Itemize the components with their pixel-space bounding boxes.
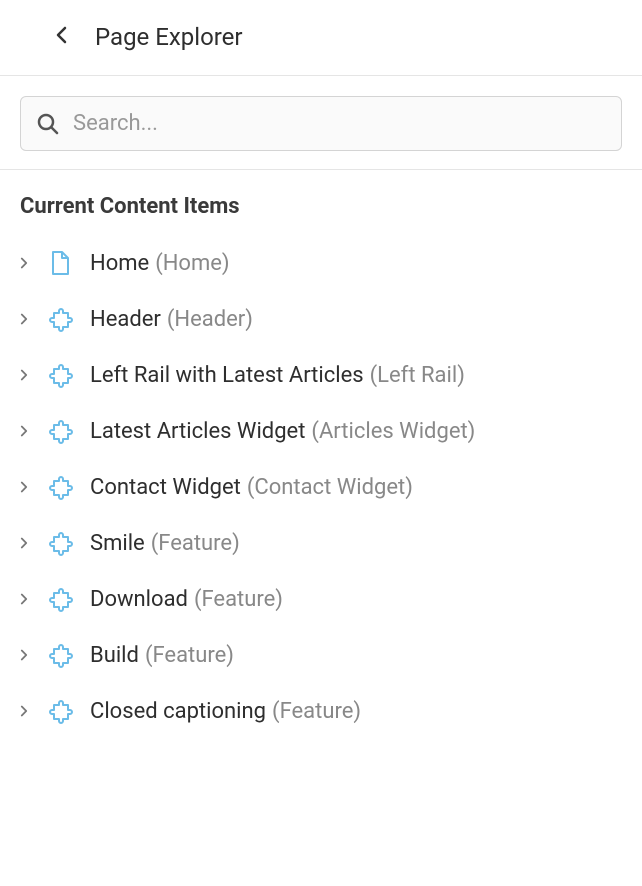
- item-label: Build: [90, 643, 139, 668]
- puzzle-icon: [46, 417, 76, 445]
- puzzle-icon: [46, 529, 76, 557]
- puzzle-icon: [46, 305, 76, 333]
- chevron-right-icon[interactable]: [20, 592, 32, 606]
- item-label: Home: [90, 251, 149, 276]
- list-item[interactable]: Smile(Feature): [20, 515, 622, 571]
- list-item[interactable]: Home(Home): [20, 235, 622, 291]
- item-type: (Feature): [272, 699, 361, 724]
- item-type: (Articles Widget): [311, 419, 475, 444]
- list-item[interactable]: Contact Widget(Contact Widget): [20, 459, 622, 515]
- item-type: (Feature): [151, 531, 240, 556]
- puzzle-icon: [46, 361, 76, 389]
- search-input[interactable]: [73, 111, 605, 136]
- list-item[interactable]: Left Rail with Latest Articles(Left Rail…: [20, 347, 622, 403]
- search-icon: [37, 113, 59, 135]
- chevron-left-icon: [56, 26, 67, 47]
- chevron-right-icon[interactable]: [20, 704, 32, 718]
- puzzle-icon: [46, 473, 76, 501]
- page-title: Page Explorer: [95, 23, 243, 51]
- item-label: Download: [90, 587, 188, 612]
- puzzle-icon: [46, 697, 76, 725]
- item-type: (Left Rail): [370, 363, 465, 388]
- item-label: Smile: [90, 531, 145, 556]
- chevron-right-icon[interactable]: [20, 312, 32, 326]
- puzzle-icon: [46, 585, 76, 613]
- list-item[interactable]: Header(Header): [20, 291, 622, 347]
- list-item[interactable]: Closed captioning(Feature): [20, 683, 622, 739]
- search-wrapper: [20, 96, 622, 151]
- header: Page Explorer: [0, 0, 642, 76]
- item-type: (Contact Widget): [247, 475, 413, 500]
- chevron-right-icon[interactable]: [20, 368, 32, 382]
- item-label: Left Rail with Latest Articles: [90, 363, 364, 388]
- section-title: Current Content Items: [20, 194, 622, 219]
- item-label: Latest Articles Widget: [90, 419, 305, 444]
- content-section: Current Content Items Home(Home)Header(H…: [0, 170, 642, 739]
- puzzle-icon: [46, 641, 76, 669]
- item-list: Home(Home)Header(Header)Left Rail with L…: [20, 235, 622, 739]
- chevron-right-icon[interactable]: [20, 536, 32, 550]
- list-item[interactable]: Latest Articles Widget(Articles Widget): [20, 403, 622, 459]
- item-type: (Header): [167, 307, 253, 332]
- chevron-right-icon[interactable]: [20, 480, 32, 494]
- item-label: Closed captioning: [90, 699, 266, 724]
- item-label: Header: [90, 307, 161, 332]
- search-container: [0, 76, 642, 170]
- chevron-right-icon[interactable]: [20, 424, 32, 438]
- item-type: (Feature): [145, 643, 234, 668]
- item-type: (Feature): [194, 587, 283, 612]
- item-type: (Home): [155, 251, 229, 276]
- chevron-right-icon[interactable]: [20, 648, 32, 662]
- back-button[interactable]: [44, 18, 79, 55]
- list-item[interactable]: Download(Feature): [20, 571, 622, 627]
- file-icon: [46, 249, 76, 277]
- chevron-right-icon[interactable]: [20, 256, 32, 270]
- item-label: Contact Widget: [90, 475, 241, 500]
- list-item[interactable]: Build(Feature): [20, 627, 622, 683]
